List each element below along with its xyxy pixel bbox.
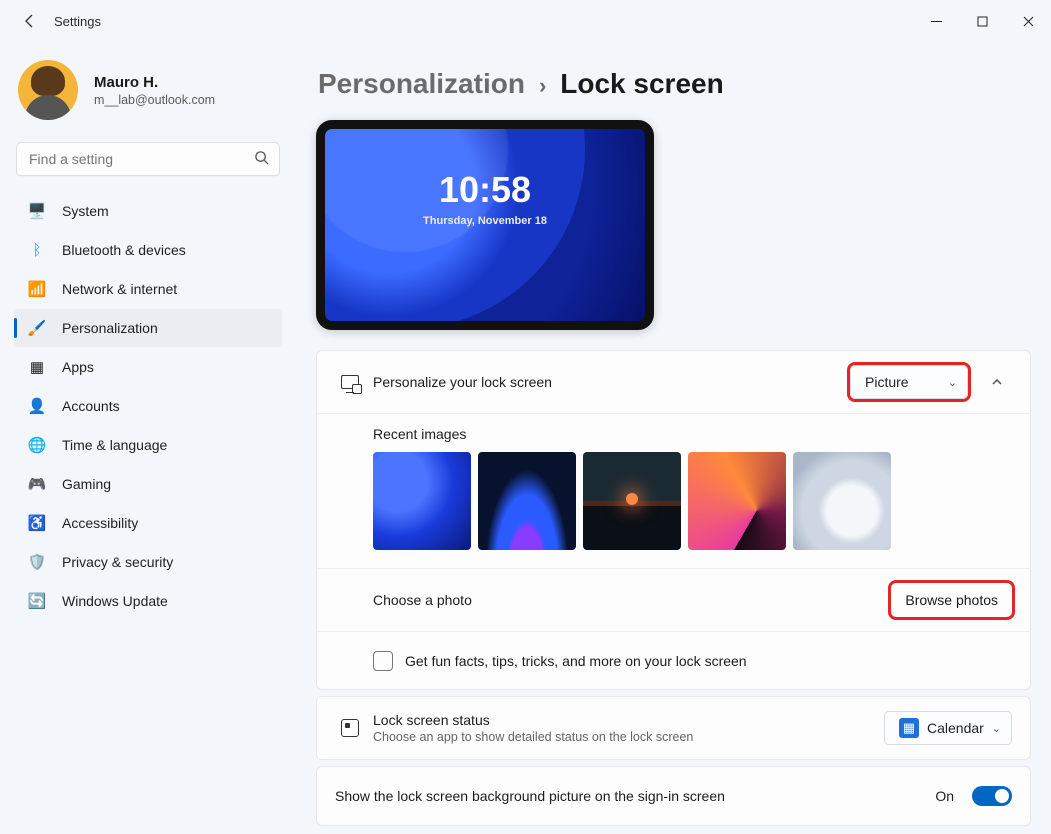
nav-item-time-language[interactable]: 🌐 Time & language [14,426,282,464]
signin-bg-row: Show the lock screen background picture … [317,767,1030,825]
personalize-header-row[interactable]: Personalize your lock screen Picture ⌄ [317,351,1030,413]
recent-images-label: Recent images [373,426,1012,442]
app-title: Settings [54,14,101,29]
nav-label: Time & language [62,437,167,453]
monitor-lock-icon [335,375,365,389]
recent-image-thumb[interactable] [373,452,471,550]
highlight-box: Picture ⌄ [850,365,968,399]
recent-image-thumb[interactable] [583,452,681,550]
breadcrumb-current: Lock screen [560,68,723,100]
recent-image-thumb[interactable] [793,452,891,550]
person-icon: 👤 [26,397,48,415]
nav-item-system[interactable]: 🖥️ System [14,192,282,230]
calendar-icon: ▦ [899,718,919,738]
fun-facts-row[interactable]: Get fun facts, tips, tricks, and more on… [317,631,1030,689]
status-row[interactable]: Lock screen status Choose an app to show… [317,697,1030,759]
fun-facts-label: Get fun facts, tips, tricks, and more on… [405,653,747,669]
preview-date: Thursday, November 18 [325,215,645,227]
profile-email: m__lab@outlook.com [94,93,215,107]
profile-name: Mauro H. [94,74,215,91]
maximize-button[interactable] [959,5,1005,37]
nav-label: Personalization [62,320,158,336]
arrow-left-icon [22,13,38,29]
status-card: Lock screen status Choose an app to show… [316,696,1031,760]
choose-photo-row: Choose a photo Browse photos [317,568,1030,631]
accessibility-icon: ♿ [26,514,48,532]
fun-facts-checkbox[interactable] [373,651,393,671]
close-icon [1023,16,1034,27]
avatar [18,60,78,120]
personalize-title: Personalize your lock screen [373,374,850,390]
nav-item-gaming[interactable]: 🎮 Gaming [14,465,282,503]
nav-label: Network & internet [62,281,177,297]
nav-label: Gaming [62,476,111,492]
nav-label: Accessibility [62,515,138,531]
close-button[interactable] [1005,5,1051,37]
maximize-icon [977,16,988,27]
nav-label: Accounts [62,398,120,414]
choose-photo-label: Choose a photo [373,592,891,608]
chevron-up-icon [991,376,1003,388]
nav-label: System [62,203,109,219]
system-icon: 🖥️ [26,202,48,220]
nav-label: Windows Update [62,593,168,609]
nav-item-apps[interactable]: ▦ Apps [14,348,282,386]
profile-block[interactable]: Mauro H. m__lab@outlook.com [10,42,286,142]
breadcrumb: Personalization › Lock screen [318,68,1031,100]
status-subtitle: Choose an app to show detailed status on… [373,730,884,744]
breadcrumb-parent[interactable]: Personalization [318,68,525,100]
highlight-box: Browse photos [891,583,1012,617]
nav-label: Apps [62,359,94,375]
recent-image-thumb[interactable] [478,452,576,550]
status-app-value: Calendar [927,720,984,736]
dropdown-value: Picture [865,374,909,390]
background-type-dropdown[interactable]: Picture ⌄ [850,365,968,399]
titlebar: Settings [0,0,1051,42]
preview-time: 10:58 [325,169,645,211]
nav-item-update[interactable]: 🔄 Windows Update [14,582,282,620]
chevron-down-icon: ⌄ [948,376,957,389]
wifi-icon: 📶 [26,280,48,298]
recent-images-list [373,452,1012,550]
signin-bg-toggle[interactable] [972,786,1012,806]
window-controls [913,5,1051,37]
main-content: Personalization › Lock screen 10:58 Thur… [296,42,1051,834]
chevron-down-icon: ⌄ [992,722,1001,735]
recent-images-section: Recent images [317,413,1030,568]
sidebar: Mauro H. m__lab@outlook.com 🖥️ System ᛒ … [0,42,296,834]
personalize-card: Personalize your lock screen Picture ⌄ [316,350,1031,690]
signin-bg-card: Show the lock screen background picture … [316,766,1031,826]
collapse-button[interactable] [982,367,1012,397]
update-icon: 🔄 [26,592,48,610]
browse-photos-button[interactable]: Browse photos [891,583,1012,617]
widget-icon [335,719,365,737]
apps-icon: ▦ [26,358,48,376]
nav-label: Bluetooth & devices [62,242,186,258]
nav-item-privacy[interactable]: 🛡️ Privacy & security [14,543,282,581]
nav-item-accounts[interactable]: 👤 Accounts [14,387,282,425]
shield-icon: 🛡️ [26,553,48,571]
minimize-icon [931,16,942,27]
search-box[interactable] [16,142,280,176]
search-input[interactable] [27,150,254,168]
nav-label: Privacy & security [62,554,173,570]
bluetooth-icon: ᛒ [26,241,48,259]
nav-item-bluetooth[interactable]: ᛒ Bluetooth & devices [14,231,282,269]
breadcrumb-separator: › [539,73,546,99]
brush-icon: 🖌️ [26,319,48,337]
status-app-dropdown[interactable]: ▦ Calendar ⌄ [884,711,1012,745]
toggle-state-label: On [935,788,954,804]
status-title: Lock screen status [373,712,884,728]
nav-item-network[interactable]: 📶 Network & internet [14,270,282,308]
recent-image-thumb[interactable] [688,452,786,550]
nav-item-personalization[interactable]: 🖌️ Personalization [14,309,282,347]
signin-bg-title: Show the lock screen background picture … [335,788,935,804]
globe-icon: 🌐 [26,436,48,454]
minimize-button[interactable] [913,5,959,37]
search-icon [254,150,269,168]
lockscreen-preview: 10:58 Thursday, November 18 [316,120,654,330]
back-button[interactable] [12,3,48,39]
nav-item-accessibility[interactable]: ♿ Accessibility [14,504,282,542]
gamepad-icon: 🎮 [26,475,48,493]
